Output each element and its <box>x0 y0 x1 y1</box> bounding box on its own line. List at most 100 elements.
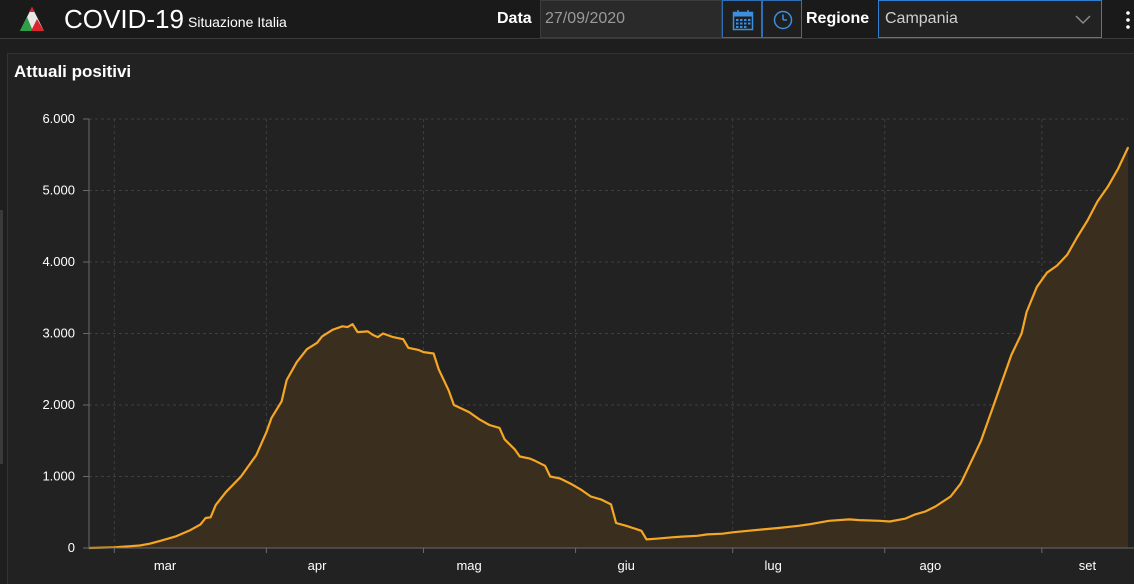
data-point <box>924 510 927 513</box>
data-point <box>513 448 516 451</box>
data-point <box>503 438 506 441</box>
data-point <box>432 352 435 355</box>
data-point <box>341 325 344 328</box>
data-point <box>372 334 374 336</box>
data-point <box>569 482 572 485</box>
data-point <box>889 520 891 523</box>
y-tick-label: 1.000 <box>42 469 75 484</box>
data-point <box>1086 219 1089 222</box>
y-tick-label: 3.000 <box>42 326 75 341</box>
data-point <box>645 538 648 541</box>
data-point <box>422 351 425 353</box>
data-point <box>138 544 141 547</box>
x-tick-label: mag <box>456 558 481 573</box>
data-point <box>640 530 643 532</box>
data-point <box>417 349 420 351</box>
data-point <box>377 336 379 338</box>
data-point <box>1036 286 1038 288</box>
dashboard: COVID-19 Situazione Italia Data 27/09/20… <box>0 0 1134 584</box>
data-point <box>331 329 334 331</box>
data-point <box>934 505 937 508</box>
data-point <box>1117 168 1119 170</box>
data-point <box>990 411 992 413</box>
data-point <box>696 535 698 537</box>
data-point <box>1076 236 1079 238</box>
data-point <box>559 477 562 480</box>
data-point <box>306 348 308 351</box>
data-point <box>949 495 952 498</box>
data-point <box>296 361 298 363</box>
data-point <box>392 336 394 338</box>
data-point <box>600 498 602 501</box>
data-point <box>848 518 850 521</box>
data-point <box>214 504 217 506</box>
data-point <box>615 522 617 524</box>
data-point <box>356 331 359 333</box>
chart-area-layer <box>88 146 1129 550</box>
data-point <box>529 457 531 460</box>
y-tick-label: 4.000 <box>42 254 75 269</box>
series-area-0 <box>89 147 1128 548</box>
y-tick-label: 6.000 <box>42 111 75 126</box>
data-point <box>681 535 683 538</box>
data-point <box>828 520 830 522</box>
data-point <box>204 517 207 519</box>
data-point <box>255 454 258 456</box>
data-point <box>1066 254 1068 256</box>
data-point <box>519 455 521 458</box>
y-tick-label: 5.000 <box>42 183 75 198</box>
data-point <box>807 523 810 526</box>
data-point <box>209 516 212 519</box>
data-point <box>478 418 481 421</box>
data-point <box>488 424 491 426</box>
data-point <box>159 540 161 542</box>
data-point <box>579 488 582 491</box>
data-point <box>225 491 227 494</box>
data-point <box>914 513 916 516</box>
data-point <box>367 330 369 333</box>
data-point <box>1056 264 1058 267</box>
data-point <box>1106 186 1109 188</box>
data-point <box>878 520 881 522</box>
data-point <box>747 530 749 532</box>
data-point <box>437 368 440 371</box>
x-tick-label: mar <box>154 558 177 573</box>
data-point <box>189 529 192 531</box>
data-point <box>721 532 724 535</box>
data-point <box>468 411 470 413</box>
data-point <box>149 542 151 545</box>
data-point <box>1127 146 1129 149</box>
data-point <box>453 404 455 406</box>
data-point <box>402 338 405 341</box>
data-point <box>534 460 536 462</box>
x-tick-label: apr <box>308 558 327 573</box>
data-point <box>959 482 962 485</box>
data-point <box>407 347 410 349</box>
data-point <box>199 523 202 526</box>
data-point <box>1000 382 1003 385</box>
data-point <box>1046 271 1048 274</box>
data-point <box>970 461 972 464</box>
data-point <box>858 519 861 521</box>
data-point <box>1020 332 1023 335</box>
data-point <box>1096 200 1099 202</box>
data-point <box>671 536 673 539</box>
data-point <box>731 531 734 534</box>
data-point <box>655 537 658 540</box>
data-point <box>590 495 592 498</box>
data-point <box>351 323 354 326</box>
data-point <box>610 503 612 506</box>
x-tick-label: set <box>1079 558 1097 573</box>
data-point <box>382 332 384 335</box>
data-point <box>498 427 501 429</box>
data-point <box>265 431 268 434</box>
data-point <box>1010 354 1013 356</box>
data-point <box>123 545 126 548</box>
chart: 0 1.000 2.000 3.000 4.000 5.000 6.000 mar apr mag… <box>42 111 1134 573</box>
data-point <box>777 527 780 529</box>
x-tick-label: lug <box>765 558 782 573</box>
data-point <box>240 475 242 478</box>
x-tick-label: ago <box>919 558 941 573</box>
data-point <box>174 535 176 538</box>
y-tick-label: 0 <box>68 540 75 555</box>
